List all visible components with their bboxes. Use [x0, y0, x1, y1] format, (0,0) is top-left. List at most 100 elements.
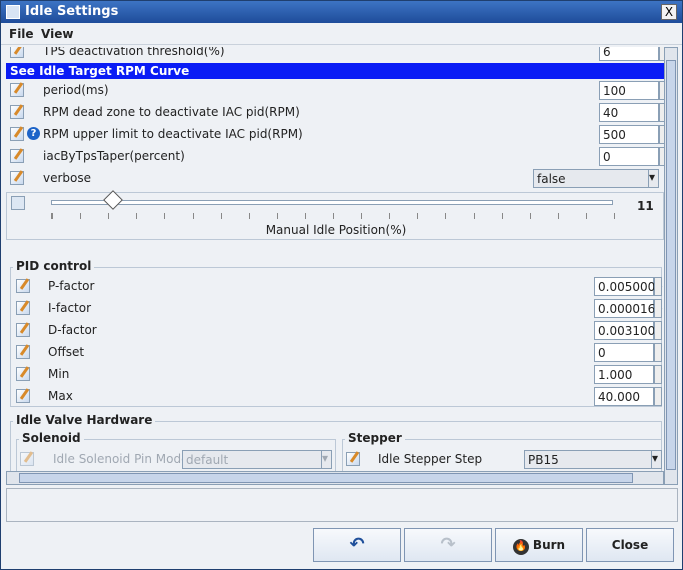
pid-spinner[interactable]: [654, 277, 662, 296]
pid-row: I-factor 0.0000160: [6, 298, 664, 320]
menu-file[interactable]: File: [9, 27, 34, 41]
verbose-dropdown[interactable]: false ▾: [533, 169, 659, 188]
slider-tick: [108, 213, 110, 219]
undo-icon: ↶: [349, 534, 365, 555]
slider-tick: [557, 213, 559, 219]
solenoid-row: Idle Solenoid Pin Mode default ▾: [6, 449, 336, 471]
flame-icon: 🔥: [512, 539, 529, 555]
edit-icon[interactable]: [10, 83, 24, 97]
pid-spinner[interactable]: [654, 387, 662, 406]
stepper-value: PB15: [528, 453, 559, 467]
solenoid-title: Solenoid: [19, 431, 84, 445]
stepper-label: Idle Stepper Step: [378, 452, 483, 466]
close-window-button[interactable]: X: [661, 4, 677, 20]
slider-tick: [473, 213, 475, 219]
pid-spinner[interactable]: [654, 321, 662, 340]
verbose-row: verbose false ▾: [6, 168, 664, 190]
stepper-row: Idle Stepper Step PB15 ▾: [342, 449, 662, 471]
slider-tick: [164, 213, 166, 219]
pid-row: Offset 0: [6, 342, 664, 364]
slider-tick: [361, 213, 363, 219]
deadzone-field[interactable]: 40: [599, 103, 659, 122]
taper-field[interactable]: 0: [599, 147, 659, 166]
chevron-down-icon: ▾: [321, 451, 331, 468]
pid-spinner[interactable]: [654, 299, 662, 318]
tps-value-field[interactable]: 6: [599, 47, 659, 61]
period-row: period(ms) 100: [6, 80, 664, 102]
redo-button: ↷: [404, 528, 492, 562]
slider-tick: [80, 213, 82, 219]
solenoid-dropdown: default ▾: [182, 450, 332, 469]
slider-tick: [417, 213, 419, 219]
slider-tick: [389, 213, 391, 219]
menu-view[interactable]: View: [41, 27, 73, 41]
slider-thumb[interactable]: [102, 190, 123, 210]
pid-field[interactable]: 1.000: [594, 365, 654, 384]
close-button[interactable]: Close: [586, 528, 674, 562]
slider-tick: [192, 213, 194, 219]
edit-icon[interactable]: [16, 279, 30, 293]
window-title: Idle Settings: [25, 4, 119, 19]
slider-track[interactable]: [51, 200, 613, 205]
horizontal-scrollbar[interactable]: [6, 471, 664, 485]
manual-idle-slider-panel: 11 Manual Idle Position(%): [6, 190, 664, 240]
edit-icon[interactable]: [16, 389, 30, 403]
slider-tick: [248, 213, 250, 219]
verbose-label: verbose: [43, 171, 92, 185]
edit-icon[interactable]: [346, 452, 360, 466]
slider-tick: [276, 213, 278, 219]
vertical-scroll-thumb[interactable]: [666, 60, 676, 470]
burn-button[interactable]: 🔥 Burn: [495, 528, 583, 562]
edit-icon[interactable]: [16, 323, 30, 337]
slider-tick: [501, 213, 503, 219]
slider-tick: [304, 213, 306, 219]
verbose-value: false: [537, 172, 566, 186]
edit-icon[interactable]: [10, 47, 24, 58]
vertical-scrollbar[interactable]: [664, 47, 678, 485]
settings-scroll-area: TPS deactivation threshold(%) 6 See Idle…: [6, 47, 664, 471]
pid-field[interactable]: 0.0000160: [594, 299, 663, 318]
pid-row: D-factor 0.0031001: [6, 320, 664, 342]
edit-icon[interactable]: [10, 171, 24, 185]
chevron-down-icon[interactable]: ▾: [651, 451, 661, 468]
taper-row: iacByTpsTaper(percent) 0: [6, 146, 664, 168]
pid-label: Max: [48, 389, 73, 403]
pid-label: D-factor: [48, 323, 97, 337]
period-label: period(ms): [43, 83, 109, 97]
edit-icon[interactable]: [16, 301, 30, 315]
slider-tick: [52, 213, 53, 219]
pid-label: Min: [48, 367, 70, 381]
pid-field[interactable]: 0.0031001: [594, 321, 663, 340]
edit-icon[interactable]: [16, 367, 30, 381]
hardware-group-title: Idle Valve Hardware: [13, 413, 156, 427]
burn-label: Burn: [532, 538, 566, 552]
pid-field[interactable]: 0.0050000: [594, 277, 663, 296]
edit-icon[interactable]: [10, 105, 24, 119]
redo-icon: ↷: [440, 534, 456, 555]
undo-button[interactable]: ↶: [313, 528, 401, 562]
solenoid-value: default: [186, 453, 229, 467]
pid-spinner[interactable]: [654, 365, 662, 384]
horizontal-scroll-thumb[interactable]: [19, 473, 633, 483]
pid-field[interactable]: 40.000: [594, 387, 654, 406]
idle-rpm-curve-link[interactable]: See Idle Target RPM Curve: [6, 63, 664, 79]
edit-icon[interactable]: [10, 149, 24, 163]
upper-limit-field[interactable]: 500: [599, 125, 659, 144]
pid-group-title: PID control: [13, 259, 95, 273]
status-panel: [6, 488, 678, 522]
pid-field[interactable]: 0: [594, 343, 654, 362]
stepper-dropdown[interactable]: PB15 ▾: [524, 450, 662, 469]
slider-tick: [220, 213, 222, 219]
tps-label: TPS deactivation threshold(%): [43, 47, 225, 58]
help-icon[interactable]: ?: [27, 127, 40, 140]
edit-icon[interactable]: [11, 196, 25, 210]
pid-spinner[interactable]: [654, 343, 662, 362]
edit-icon[interactable]: [10, 127, 24, 141]
stepper-title: Stepper: [345, 431, 405, 445]
title-bar[interactable]: Idle Settings X: [1, 1, 682, 23]
period-field[interactable]: 100: [599, 81, 659, 100]
chevron-down-icon[interactable]: ▾: [648, 170, 658, 187]
slider-tick: [136, 213, 138, 219]
edit-icon[interactable]: [16, 345, 30, 359]
slider-tick: [614, 213, 615, 219]
